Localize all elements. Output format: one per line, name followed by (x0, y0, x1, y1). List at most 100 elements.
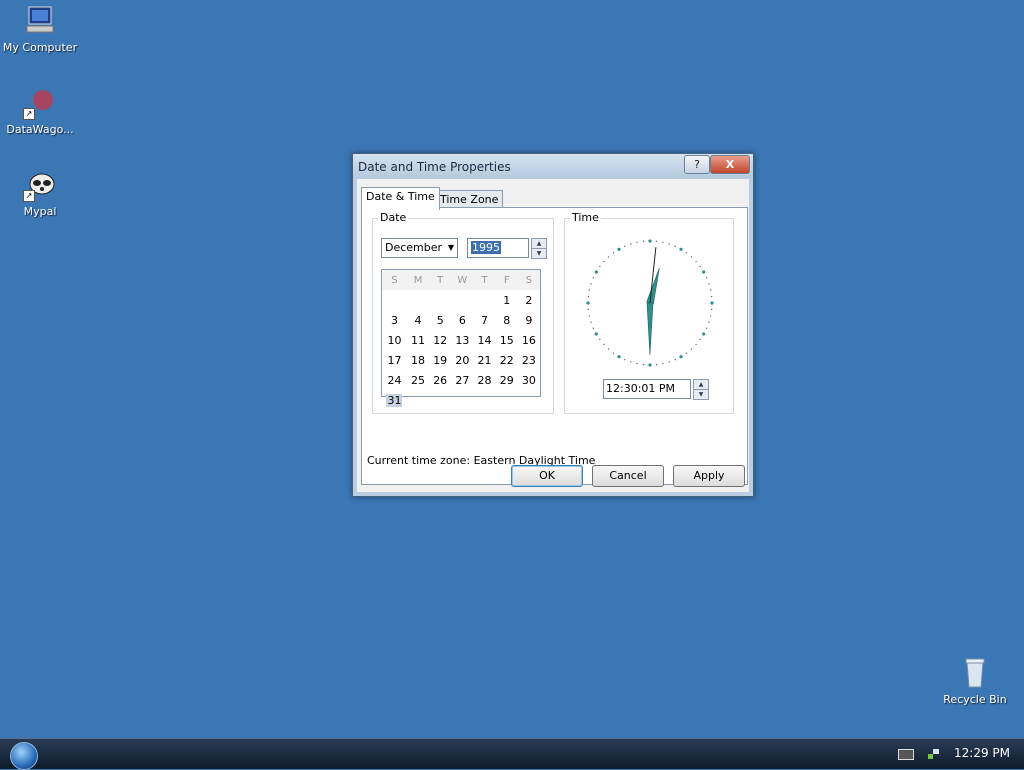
calendar-day[interactable]: 17 (382, 350, 407, 370)
minute-tick (685, 352, 688, 354)
calendar-day[interactable]: 19 (429, 350, 451, 370)
desktop-icon-datawagon[interactable]: ↗ DataWago... (0, 86, 80, 136)
calendar-empty-cell (407, 390, 429, 410)
hour-tick (586, 301, 590, 305)
shortcut-arrow-icon: ↗ (23, 108, 35, 120)
calendar-empty-cell (407, 290, 429, 310)
calendar-day[interactable]: 14 (473, 330, 495, 350)
calendar-day[interactable]: 29 (496, 370, 518, 390)
minute-tick (636, 362, 638, 365)
minute-tick (699, 265, 701, 268)
calendar-day[interactable]: 31 (382, 390, 407, 410)
apply-button[interactable]: Apply (673, 465, 745, 487)
calendar-day[interactable]: 4 (407, 310, 429, 330)
calendar-day[interactable]: 25 (407, 370, 429, 390)
ok-button[interactable]: OK (511, 465, 583, 487)
calendar-day[interactable]: 24 (382, 370, 407, 390)
calendar-day[interactable]: 30 (518, 370, 540, 390)
calendar-day[interactable]: 6 (451, 310, 473, 330)
month-value: December (385, 241, 443, 254)
calendar-day[interactable]: 13 (451, 330, 473, 350)
hour-tick (648, 363, 652, 367)
calendar-day[interactable]: 3 (382, 310, 407, 330)
hour-tick (617, 247, 621, 251)
minute-tick (587, 308, 590, 311)
calendar-day[interactable]: 20 (451, 350, 473, 370)
calendar-day[interactable]: 22 (496, 350, 518, 370)
minute-tick (685, 252, 688, 254)
calendar-day[interactable]: 11 (407, 330, 429, 350)
dropdown-arrow-icon: ▼ (447, 243, 454, 252)
weekday-header: M (406, 270, 430, 290)
calendar-day[interactable]: 23 (518, 350, 540, 370)
minute-tick (710, 308, 713, 311)
start-button[interactable] (10, 742, 38, 770)
calendar-day[interactable]: 10 (382, 330, 407, 350)
network-icon[interactable] (927, 747, 940, 760)
calendar-day[interactable]: 28 (473, 370, 495, 390)
desktop-icon-mypal[interactable]: ↗ Mypal (0, 168, 80, 218)
date-group-label: Date (378, 211, 409, 224)
calendar-day[interactable]: 9 (518, 310, 540, 330)
minute-tick (655, 363, 658, 366)
hour-tick (594, 332, 598, 336)
minute-tick (710, 295, 713, 298)
date-time-properties-dialog: Date and Time Properties ? X Date & Time… (352, 153, 754, 497)
calendar-day[interactable]: 1 (496, 290, 518, 310)
calendar-day[interactable]: 8 (496, 310, 518, 330)
calendar-day[interactable]: 2 (518, 290, 540, 310)
calendar-day[interactable]: 21 (473, 350, 495, 370)
calendar-day[interactable]: 26 (429, 370, 451, 390)
desktop-icon-recycle-bin[interactable]: Recycle Bin (935, 656, 1015, 706)
calendar-empty-cell (429, 390, 451, 410)
calendar-day[interactable]: 15 (496, 330, 518, 350)
hour-tick (679, 247, 683, 251)
year-field[interactable]: 1995 (467, 238, 529, 258)
weekday-header: S (382, 270, 407, 290)
desktop-icon-my-computer[interactable]: My Computer (0, 4, 80, 54)
calendar-empty-cell (451, 290, 473, 310)
close-button[interactable]: X (710, 155, 750, 174)
month-select[interactable]: December ▼ (381, 238, 458, 258)
cancel-button[interactable]: Cancel (592, 465, 664, 487)
calendar-day[interactable]: 18 (407, 350, 429, 370)
minute-tick (662, 362, 664, 365)
taskbar-clock[interactable]: 12:29 PM (954, 746, 1010, 760)
date-group: Date December ▼ 1995 ▲ ▼ SMTWTFS 1234567… (372, 211, 554, 414)
calendar-week: 31 (382, 390, 540, 410)
minute-tick (709, 289, 712, 291)
timezone-label: Current time zone: (367, 454, 471, 467)
year-spin-down[interactable]: ▼ (531, 248, 547, 259)
desktop-icon-label: My Computer (2, 41, 78, 54)
time-field[interactable]: 12:30:01 PM (603, 379, 691, 399)
minute-tick (588, 315, 591, 317)
calendar-day[interactable]: 7 (473, 310, 495, 330)
minute-tick (603, 260, 605, 263)
minute-tick (674, 245, 676, 248)
calendar-day[interactable]: 27 (451, 370, 473, 390)
calendar-day[interactable]: 5 (429, 310, 451, 330)
keyboard-icon[interactable] (898, 749, 914, 760)
minute-tick (695, 343, 697, 346)
calendar-day[interactable]: 16 (518, 330, 540, 350)
minute-tick (690, 256, 693, 258)
computer-icon (23, 4, 57, 38)
calendar-empty-cell (473, 390, 495, 410)
calendar-empty-cell (473, 290, 495, 310)
calendar-empty-cell (496, 390, 518, 410)
minute-tick (624, 245, 626, 248)
raccoon-icon: ↗ (23, 168, 57, 202)
hour-tick (710, 301, 714, 305)
minute-tick (709, 315, 712, 317)
minute-tick (590, 321, 592, 323)
time-group: Time 12:30:01 PM ▲ ▼ (564, 211, 734, 414)
calendar-day[interactable]: 12 (429, 330, 451, 350)
title-bar[interactable]: Date and Time Properties ? X (353, 154, 753, 178)
tab-date-time[interactable]: Date & Time (361, 187, 440, 210)
minute-hand (646, 302, 654, 356)
calendar-empty-cell (429, 290, 451, 310)
time-spin-down[interactable]: ▼ (693, 389, 709, 400)
minute-tick (668, 243, 670, 245)
help-button[interactable]: ? (684, 155, 710, 174)
dialog-client-area: Date & Time Time Zone Date December ▼ 19… (357, 179, 749, 492)
